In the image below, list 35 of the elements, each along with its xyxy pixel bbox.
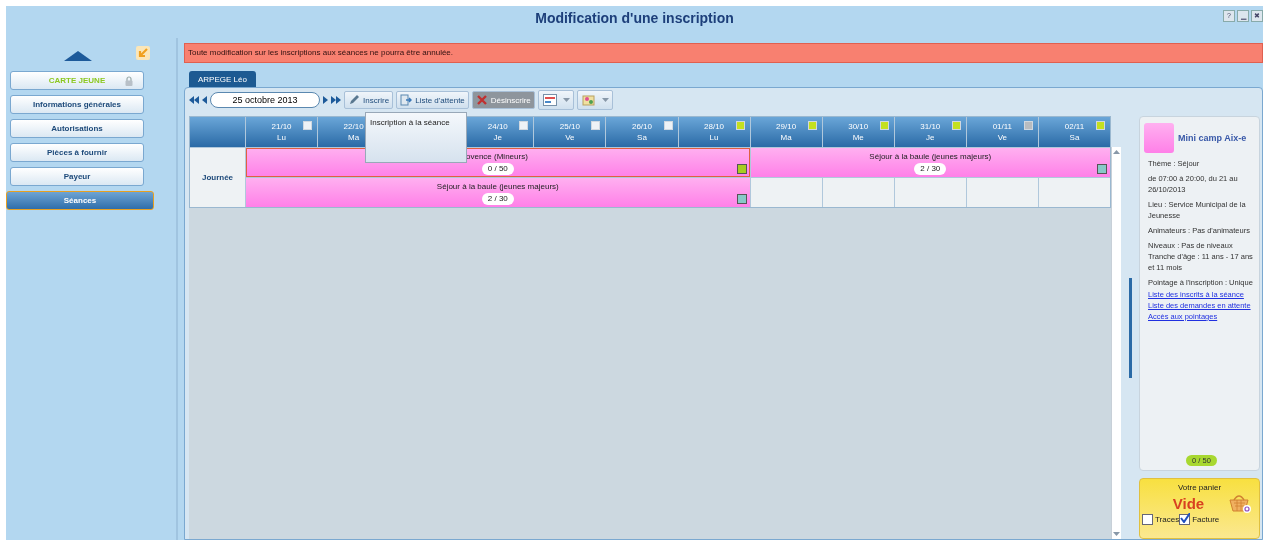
date-field[interactable]: 25 octobre 2013 bbox=[210, 92, 320, 108]
day-header: 01/11 Ve bbox=[966, 117, 1038, 147]
event-title: Séjour à la baule (jeunes majeurs) bbox=[869, 150, 992, 163]
row-label: Journée bbox=[190, 148, 245, 207]
toolbar-button[interactable]: Liste d'attente bbox=[396, 91, 469, 109]
tab[interactable]: ARPEGE Léo bbox=[189, 71, 256, 87]
sidebar-item[interactable]: Séances bbox=[6, 191, 154, 210]
sidebar-item[interactable]: Pièces à fournir bbox=[10, 143, 144, 162]
sidebar-item[interactable]: Autorisations bbox=[10, 119, 144, 138]
event-title: Séjour à la baule (jeunes majeurs) bbox=[436, 180, 559, 193]
cart-status: Vide bbox=[1172, 494, 1205, 512]
sidebar-item[interactable]: Informations générales bbox=[10, 95, 144, 114]
tooltip: Inscription à la séance bbox=[365, 112, 467, 163]
details-title: Mini camp Aix-e bbox=[1178, 132, 1247, 144]
checkbox-label: Facture bbox=[1192, 515, 1220, 524]
day-header: 02/11 Sa bbox=[1038, 117, 1110, 147]
cart-title: Votre panier bbox=[1177, 483, 1222, 492]
checkbox-label: Traces bbox=[1155, 515, 1180, 524]
day-header: 26/10 Sa bbox=[606, 117, 678, 147]
event-title: ovence (Mineurs) bbox=[465, 150, 528, 163]
day-header: 29/10 Ma bbox=[750, 117, 822, 147]
window-title: Modification d'une inscription bbox=[535, 9, 734, 26]
day-header: 21/10 Lu bbox=[246, 117, 318, 147]
event-count: 2 / 30 bbox=[914, 162, 947, 175]
day-header: 25/10 Ve bbox=[534, 117, 606, 147]
sidebar-item[interactable]: Payeur bbox=[10, 167, 144, 186]
event-count: 2 / 30 bbox=[481, 192, 514, 205]
day-header: 31/10 Je bbox=[894, 117, 966, 147]
event-count: 0 / 50 bbox=[481, 162, 514, 175]
event-bar[interactable]: Séjour à la baule (jeunes majeurs) 2 / 30 bbox=[750, 148, 1110, 177]
toolbar-button[interactable]: Inscrire bbox=[344, 91, 394, 109]
day-header: 28/10 Lu bbox=[678, 117, 750, 147]
day-header: 30/10 Me bbox=[822, 117, 894, 147]
warning-banner: Toute modification sur les inscriptions aux séances ne pourra être annulée. bbox=[184, 43, 1263, 63]
event-bar[interactable]: Séjour à la baule (jeunes majeurs) 2 / 30 bbox=[246, 178, 750, 207]
